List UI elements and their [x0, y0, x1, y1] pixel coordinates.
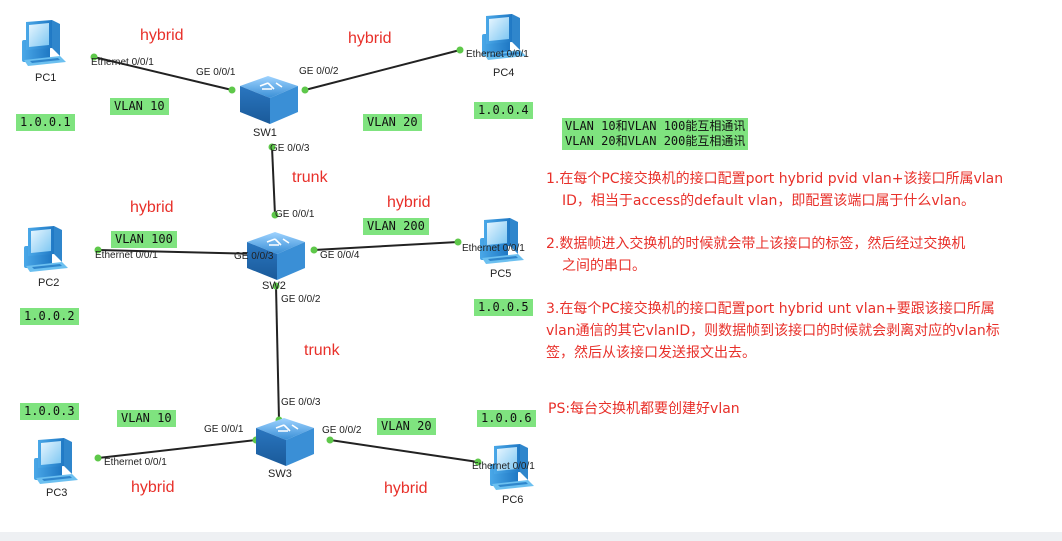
pc4-port-label: Ethernet 0/0/1	[466, 49, 529, 60]
pc2-port-label: Ethernet 0/0/1	[95, 250, 158, 261]
pc2-icon[interactable]	[24, 226, 68, 272]
sw1-ge3-label: GE 0/0/3	[270, 143, 310, 154]
note-3-line-3: 签，然后从该接口发送报文出去。	[546, 345, 756, 361]
port-dot	[301, 86, 309, 94]
mode-label-pc6: hybrid	[384, 480, 428, 497]
note-3-line-2: vlan通信的其它vlanID，则数据帧到该接口的时候就会剥离对应的vlan标	[546, 323, 1000, 339]
link-sw2-sw3	[275, 285, 280, 421]
note-1-line-2: ID，相当于access的default vlan，即配置该端口属于什么vlan…	[562, 193, 976, 209]
bottom-bar	[0, 532, 1062, 541]
mode-label-pc4: hybrid	[348, 30, 392, 47]
sw2-ge2-label: GE 0/0/2	[281, 294, 321, 305]
port-dot	[456, 46, 464, 54]
pc1-icon[interactable]	[22, 20, 66, 66]
pc2-label: PC2	[38, 277, 60, 289]
note-1: 1.在每个PC接交换机的接口配置port hybrid pvid vlan+该接…	[546, 168, 1003, 212]
pc5-label: PC5	[490, 268, 512, 280]
sw3-ge1-label: GE 0/0/1	[204, 424, 244, 435]
note-2: 2.数据帧进入交换机的时候就会带上该接口的标签，然后经过交换机 之间的串口。	[546, 233, 965, 277]
sw3-switch-icon[interactable]	[255, 417, 315, 467]
pc1-label: PC1	[35, 72, 57, 84]
vlan-communication-legend: VLAN 10和VLAN 100能互相通讯 VLAN 20和VLAN 200能互…	[562, 118, 749, 150]
sw1-switch-icon[interactable]	[239, 75, 299, 125]
note-1-line-1: 1.在每个PC接交换机的接口配置port hybrid pvid vlan+该接…	[546, 171, 1004, 187]
sw3-label: SW3	[268, 468, 292, 480]
pc5-port-label: Ethernet 0/0/1	[462, 243, 525, 254]
sw2-ge4-label: GE 0/0/4	[320, 250, 360, 261]
pc3-port-label: Ethernet 0/0/1	[104, 457, 167, 468]
port-dot	[326, 436, 334, 444]
pc4-label: PC4	[493, 67, 515, 79]
ip-tag-pc3: 1.0.0.3	[20, 403, 79, 420]
port-dot	[454, 238, 462, 246]
port-dot	[94, 454, 102, 462]
ip-tag-pc1: 1.0.0.1	[16, 114, 75, 131]
sw2-label: SW2	[262, 280, 286, 292]
mode-label-pc1: hybrid	[140, 27, 184, 44]
port-dot	[310, 246, 318, 254]
vlan-tag-pc1: VLAN 10	[110, 98, 169, 115]
ip-tag-pc6: 1.0.0.6	[477, 410, 536, 427]
vlan-tag-pc5: VLAN 200	[363, 218, 429, 235]
sw1-ge2-label: GE 0/0/2	[299, 66, 339, 77]
mode-label-pc5: hybrid	[387, 194, 431, 211]
link-sw3-pc6	[329, 439, 479, 463]
vlan-tag-pc2: VLAN 100	[111, 231, 177, 248]
mode-label-pc2: hybrid	[130, 199, 174, 216]
pc1-port-label: Ethernet 0/0/1	[91, 57, 154, 68]
mode-label-sw2-sw3: trunk	[304, 342, 340, 359]
ip-tag-pc5: 1.0.0.5	[474, 299, 533, 316]
note-2-line-2: 之间的串口。	[562, 258, 646, 274]
mode-label-pc3: hybrid	[131, 479, 175, 496]
sw2-ge3-label: GE 0/0/3	[234, 251, 274, 262]
port-dot	[228, 86, 236, 94]
pc6-port-label: Ethernet 0/0/1	[472, 461, 535, 472]
pc3-label: PC3	[46, 487, 68, 499]
legend-line-1: VLAN 10和VLAN 100能互相通讯	[565, 119, 746, 133]
sw1-label: SW1	[253, 127, 277, 139]
note-2-line-1: 2.数据帧进入交换机的时候就会带上该接口的标签，然后经过交换机	[546, 236, 966, 252]
pc3-icon[interactable]	[34, 438, 78, 484]
note-3-line-1: 3.在每个PC接交换机的接口配置port hybrid unt vlan+要跟该…	[546, 301, 995, 317]
sw3-ge2-label: GE 0/0/2	[322, 425, 362, 436]
note-3: 3.在每个PC接交换机的接口配置port hybrid unt vlan+要跟该…	[546, 298, 1000, 364]
note-ps-text: PS:每台交换机都要创建好vlan	[548, 401, 740, 417]
vlan-tag-pc6: VLAN 20	[377, 418, 436, 435]
ip-tag-pc2: 1.0.0.2	[20, 308, 79, 325]
note-ps: PS:每台交换机都要创建好vlan	[548, 398, 740, 420]
ip-tag-pc4: 1.0.0.4	[474, 102, 533, 119]
pc5-icon[interactable]	[480, 218, 524, 264]
link-pc3-sw3	[97, 439, 257, 459]
mode-label-sw1-sw2: trunk	[292, 169, 328, 186]
sw1-ge1-label: GE 0/0/1	[196, 67, 236, 78]
vlan-tag-pc3: VLAN 10	[117, 410, 176, 427]
sw3-ge3-label: GE 0/0/3	[281, 397, 321, 408]
sw2-ge1-label: GE 0/0/1	[275, 209, 315, 220]
vlan-tag-pc4: VLAN 20	[363, 114, 422, 131]
link-sw2-pc5	[313, 241, 459, 251]
pc6-label: PC6	[502, 494, 524, 506]
legend-line-2: VLAN 20和VLAN 200能互相通讯	[565, 134, 746, 148]
link-sw1-sw2	[271, 146, 276, 216]
